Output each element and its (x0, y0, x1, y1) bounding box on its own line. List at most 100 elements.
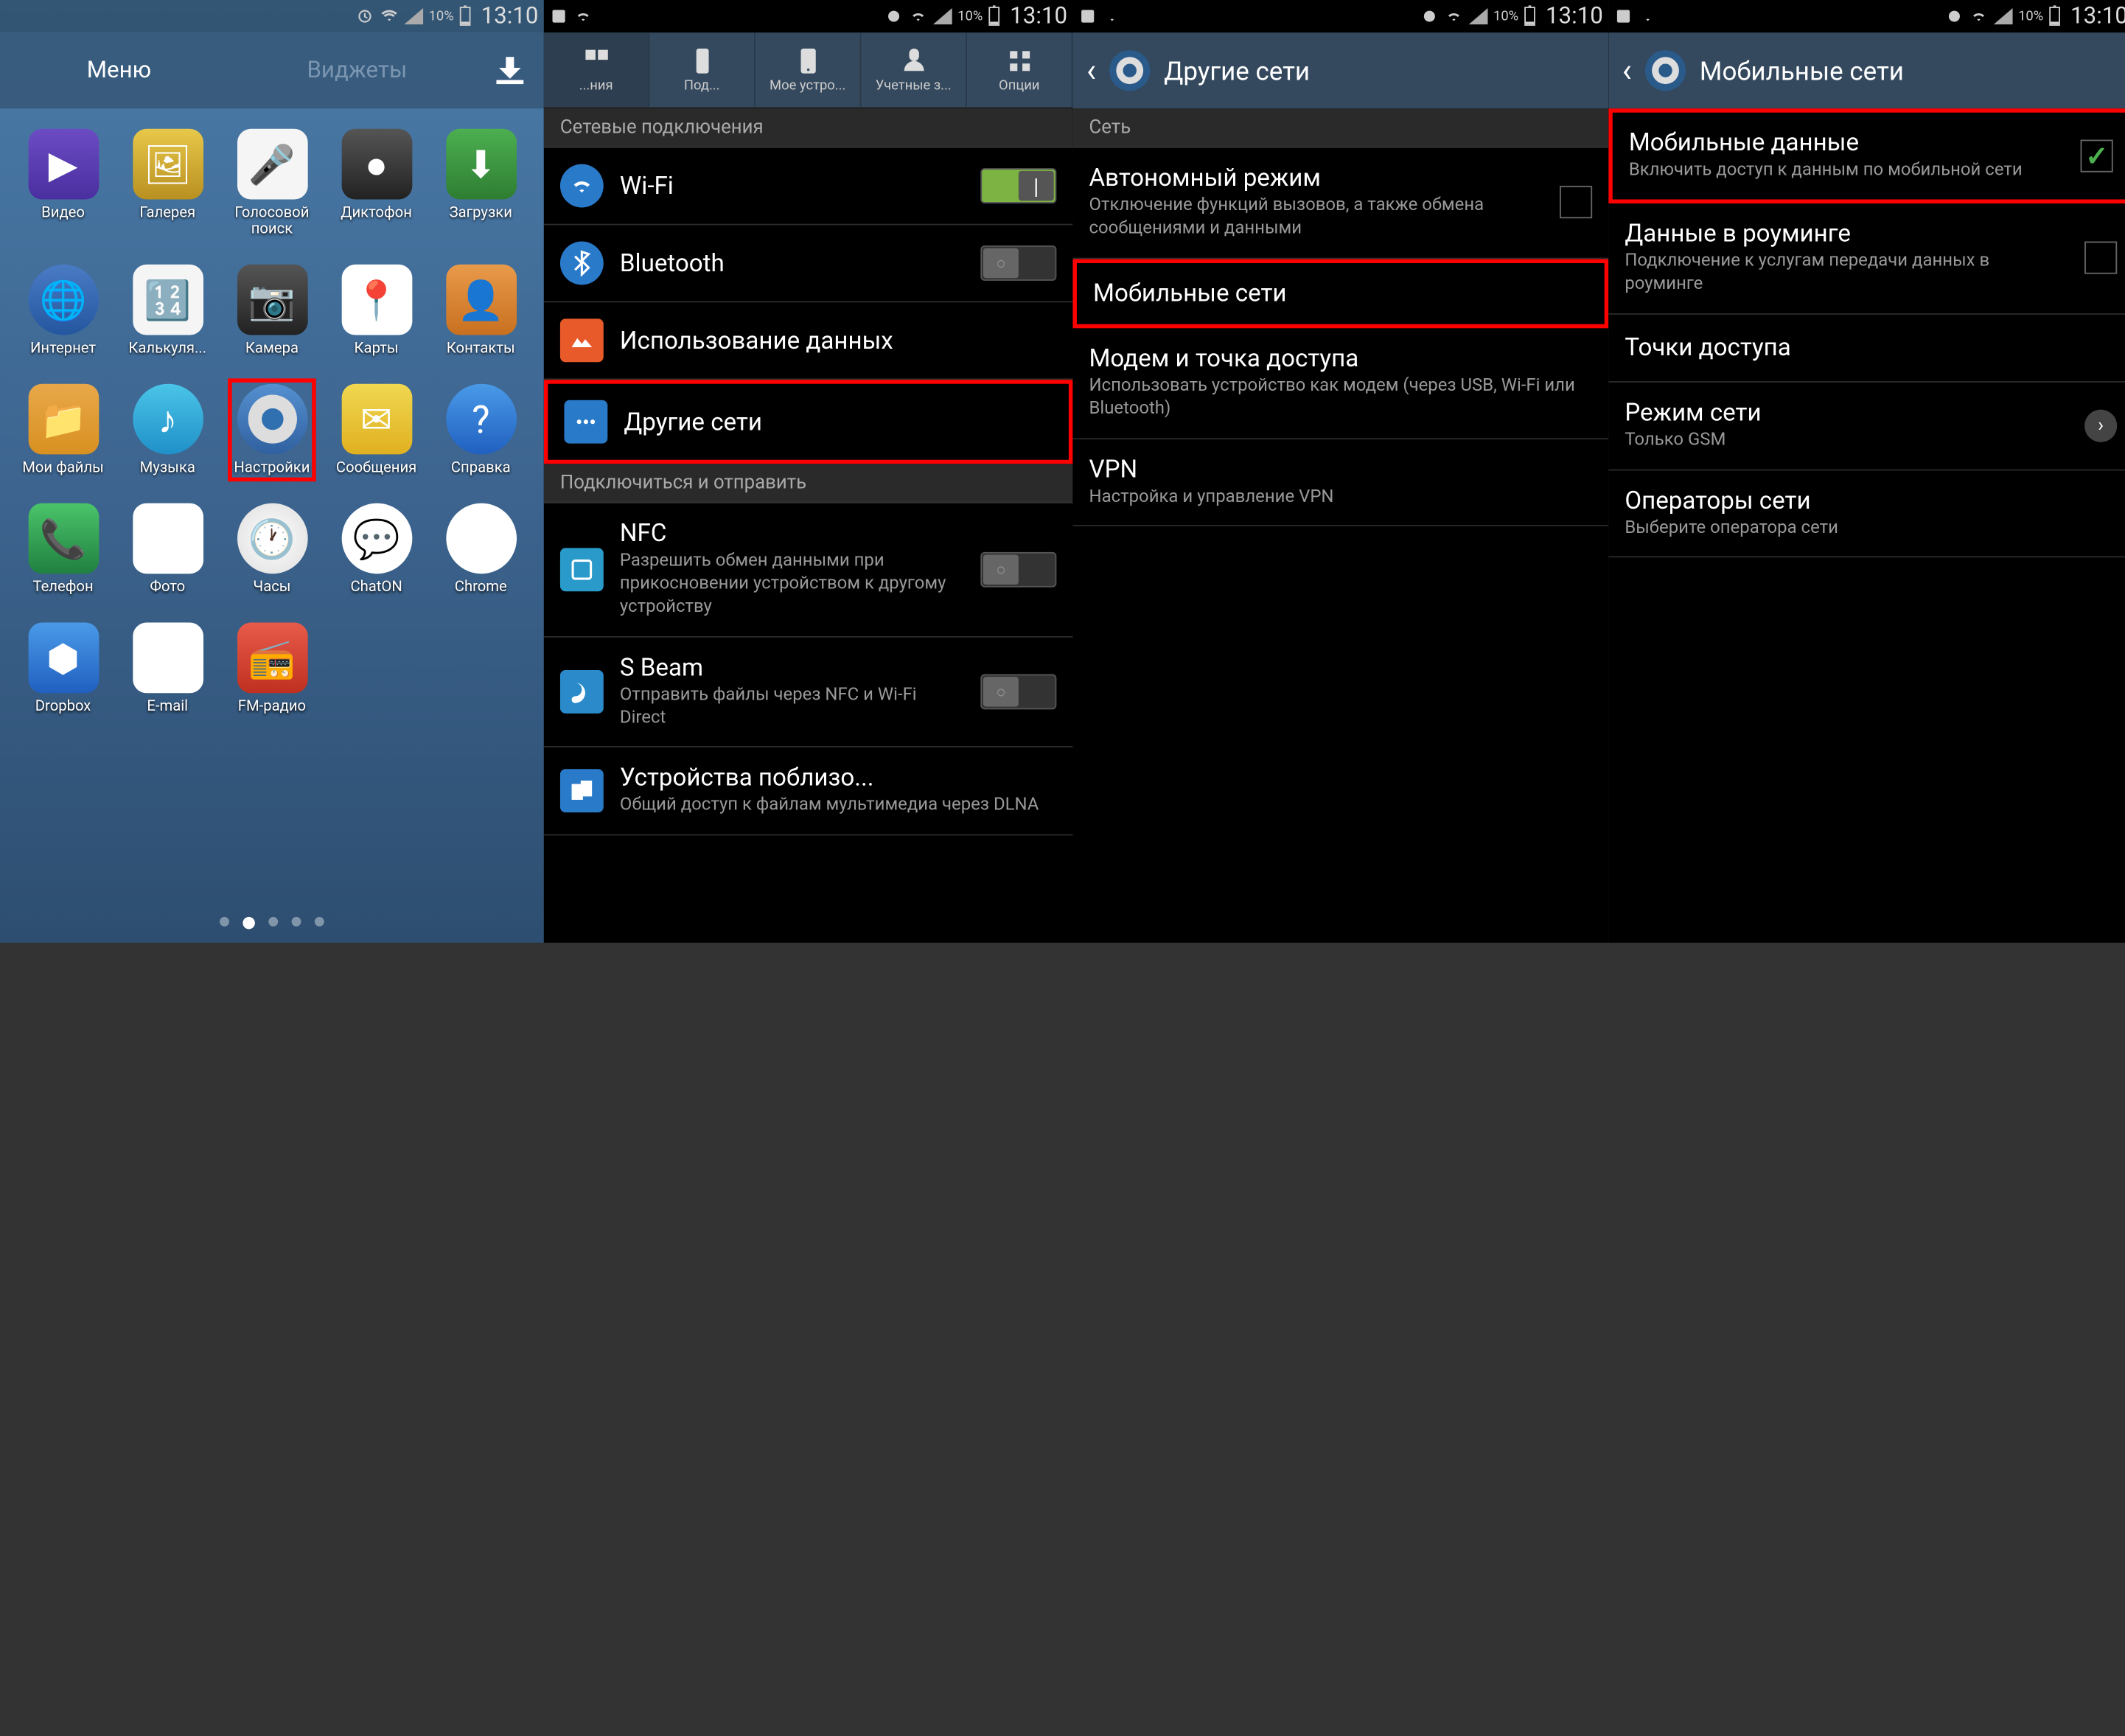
app-label: Справка (451, 460, 511, 476)
row-apn[interactable]: Точки доступа (1608, 314, 2125, 382)
app-icon: ? (445, 384, 516, 455)
status-time: 13:10 (481, 3, 539, 30)
app-item-10[interactable]: 📁Мои файлы (11, 384, 116, 476)
tab-accounts[interactable]: Учетные з... (861, 32, 967, 107)
status-bar: 10% 13:10 (544, 0, 1073, 32)
app-item-19[interactable]: ◉Chrome (428, 503, 533, 596)
row-wifi[interactable]: Wi-Fi (544, 148, 1073, 226)
app-icon: ▶ (28, 129, 99, 200)
tab-more[interactable]: Опции (967, 32, 1073, 107)
app-item-22[interactable]: 📻FM-радио (220, 623, 324, 715)
row-data-usage[interactable]: Использование данных (544, 302, 1073, 380)
app-item-16[interactable]: ◆Фото (115, 503, 220, 596)
app-item-3[interactable]: ●Диктофон (324, 129, 429, 238)
section-connect-share: Подключиться и отправить (544, 464, 1073, 503)
tab-mydevice[interactable]: Мое устро... (756, 32, 862, 107)
app-item-9[interactable]: 👤Контакты (428, 265, 533, 357)
dot-active[interactable] (242, 917, 255, 930)
app-label: E-mail (147, 699, 188, 715)
app-item-14[interactable]: ? Справка (428, 384, 533, 476)
app-item-15[interactable]: 📞 Телефон (11, 503, 116, 596)
app-label: Карты (355, 341, 399, 357)
row-operators[interactable]: Операторы сетиВыберите оператора сети (1608, 470, 2125, 558)
app-item-12[interactable]: Настройки (220, 384, 324, 476)
app-label: Телефон (32, 579, 93, 596)
app-item-20[interactable]: ⬢Dropbox (11, 623, 116, 715)
wifi-icon (380, 7, 399, 26)
app-item-5[interactable]: 🌐Интернет (11, 265, 116, 357)
app-item-6[interactable]: 🔢Калькуля... (115, 265, 220, 357)
app-label: Музыка (140, 460, 195, 476)
app-item-21[interactable]: ✉E-mail (115, 623, 220, 715)
dot[interactable] (315, 917, 324, 927)
alarm-icon (1945, 7, 1964, 26)
app-item-0[interactable]: ▶Видео (11, 129, 116, 238)
tab-connections[interactable]: ...ния (544, 32, 650, 107)
status-bar: 10% 13:10 (0, 0, 544, 32)
battery-icon (2049, 7, 2060, 26)
sim-icon (1614, 7, 1633, 26)
dot[interactable] (220, 917, 229, 927)
battery-icon (1524, 7, 1535, 26)
app-icon: 🎤 (237, 129, 307, 200)
nfc-toggle[interactable] (980, 552, 1056, 588)
wifi-toggle[interactable] (980, 168, 1056, 203)
app-icon: ● (341, 129, 412, 200)
app-label: Часы (253, 579, 290, 596)
row-tethering[interactable]: Модем и точка доступаИспользовать устрой… (1072, 328, 1608, 439)
sbeam-toggle[interactable] (980, 674, 1056, 710)
row-nearby-devices[interactable]: Устройства поблизо...Общий доступ к файл… (544, 748, 1073, 836)
app-icon: ◉ (445, 503, 516, 574)
mobile-data-checkbox[interactable] (2081, 139, 2113, 172)
roaming-checkbox[interactable] (2084, 242, 2117, 274)
app-item-13[interactable]: ✉ Сообщения (324, 384, 429, 476)
sim-icon (1078, 7, 1098, 26)
row-data-roaming[interactable]: Данные в роумингеПодключение к услугам п… (1608, 203, 2125, 314)
app-item-18[interactable]: 💬ChatON (324, 503, 429, 596)
tab-widgets[interactable]: Виджеты (238, 32, 476, 108)
app-label: Голосовой поиск (234, 205, 309, 238)
tab-download[interactable] (476, 32, 544, 108)
app-label: Камера (245, 341, 299, 357)
row-bluetooth[interactable]: Bluetooth (544, 225, 1073, 302)
app-item-8[interactable]: 📍Карты (324, 265, 429, 357)
battery-icon (988, 7, 999, 26)
dot[interactable] (268, 917, 278, 927)
header-bar: ‹ Другие сети (1072, 32, 1608, 108)
row-nfc[interactable]: NFCРазрешить обмен данными при прикоснов… (544, 503, 1073, 638)
app-item-2[interactable]: 🎤 Голосовой поиск (220, 129, 324, 238)
app-item-11[interactable]: ♪ Музыка (115, 384, 220, 476)
app-label: Галерея (139, 205, 195, 221)
bluetooth-toggle[interactable] (980, 245, 1056, 281)
app-item-1[interactable]: 🖼Галерея (115, 129, 220, 238)
row-mobile-networks[interactable]: Мобильные сети (1072, 259, 1608, 328)
app-icon: 🌐 (28, 265, 99, 335)
alarm-icon (1420, 7, 1440, 26)
signal-icon (1994, 8, 2013, 24)
app-icon (237, 384, 307, 455)
app-item-7[interactable]: 📷Камера (220, 265, 324, 357)
airplane-checkbox[interactable] (1560, 187, 1592, 219)
app-icon: ♪ (132, 384, 203, 455)
tab-menu[interactable]: Меню (0, 32, 238, 108)
app-item-17[interactable]: 🕐Часы (220, 503, 324, 596)
app-label: Dropbox (35, 699, 91, 715)
row-vpn[interactable]: VPNНастройка и управление VPN (1072, 439, 1608, 526)
row-network-mode[interactable]: Режим сетиТолько GSM › (1608, 382, 2125, 470)
row-airplane-mode[interactable]: Автономный режимОтключение функций вызов… (1072, 148, 1608, 259)
app-icon: ✉ (341, 384, 412, 455)
app-icon: 📞 (28, 503, 99, 574)
download-icon (496, 57, 523, 84)
sim-icon (549, 7, 568, 26)
row-sbeam[interactable]: S BeamОтправить файлы через NFC и Wi-Fi … (544, 637, 1073, 747)
screen-more-networks: 10% 13:10 ‹ Другие сети Сеть Автономный … (1072, 0, 1608, 943)
row-mobile-data[interactable]: Мобильные данныеВключить доступ к данным… (1608, 108, 2125, 203)
row-more-networks[interactable]: Другие сети (544, 380, 1073, 464)
back-button[interactable]: ‹ (1622, 52, 1632, 90)
settings-gear-icon (1110, 50, 1151, 91)
app-item-4[interactable]: ⬇Загрузки (428, 129, 533, 238)
back-button[interactable]: ‹ (1086, 52, 1096, 90)
dot[interactable] (292, 917, 301, 927)
tab-device[interactable]: Под... (649, 32, 756, 107)
app-label: Сообщения (336, 460, 416, 476)
